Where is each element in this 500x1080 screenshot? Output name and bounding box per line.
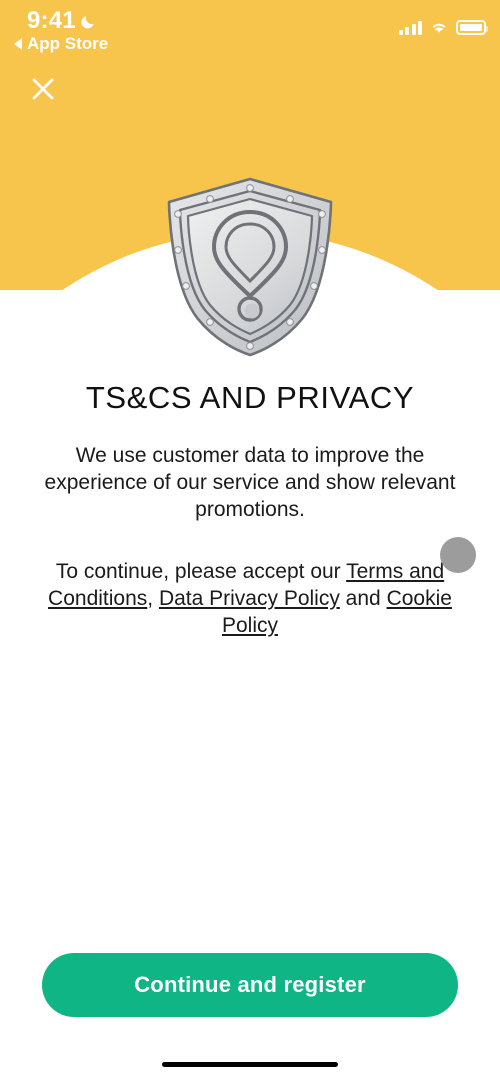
home-indicator[interactable] [162, 1062, 338, 1067]
consent-paragraph: To continue, please accept our Terms and… [26, 558, 474, 639]
back-label: App Store [27, 34, 109, 53]
status-bar: 9:41 App Store [0, 0, 500, 62]
data-privacy-policy-link[interactable]: Data Privacy Policy [159, 587, 340, 610]
consent-separator-2: and [339, 587, 387, 610]
wifi-icon [432, 23, 446, 33]
shield-warning-icon [164, 176, 336, 358]
cellular-signal-icon [398, 20, 422, 35]
continue-and-register-button[interactable]: Continue and register [42, 953, 458, 1017]
status-bar-indicators [398, 20, 488, 35]
status-bar-time: 9:41 [27, 7, 76, 34]
moon-icon [81, 15, 94, 28]
touch-indicator [440, 537, 476, 573]
back-to-app-store-link[interactable]: App Store [14, 35, 108, 53]
shield-warning-graphic [167, 177, 333, 357]
close-button[interactable] [28, 74, 58, 104]
content-area: TS&CS AND PRIVACY We use customer data t… [0, 380, 500, 639]
battery-full-icon [456, 20, 488, 35]
status-bar-time-group: 9:41 [27, 8, 97, 34]
page-title: TS&CS AND PRIVACY [85, 380, 415, 415]
triangle-left-icon [14, 38, 22, 50]
intro-paragraph: We use customer data to improve the expe… [44, 444, 456, 521]
app-screen: 9:41 App Store TS&CS AND PRIVACY We use … [0, 0, 500, 1080]
consent-separator-1: , [147, 587, 159, 610]
consent-lead-text: To continue, please accept our [55, 560, 347, 583]
close-icon [32, 78, 54, 100]
